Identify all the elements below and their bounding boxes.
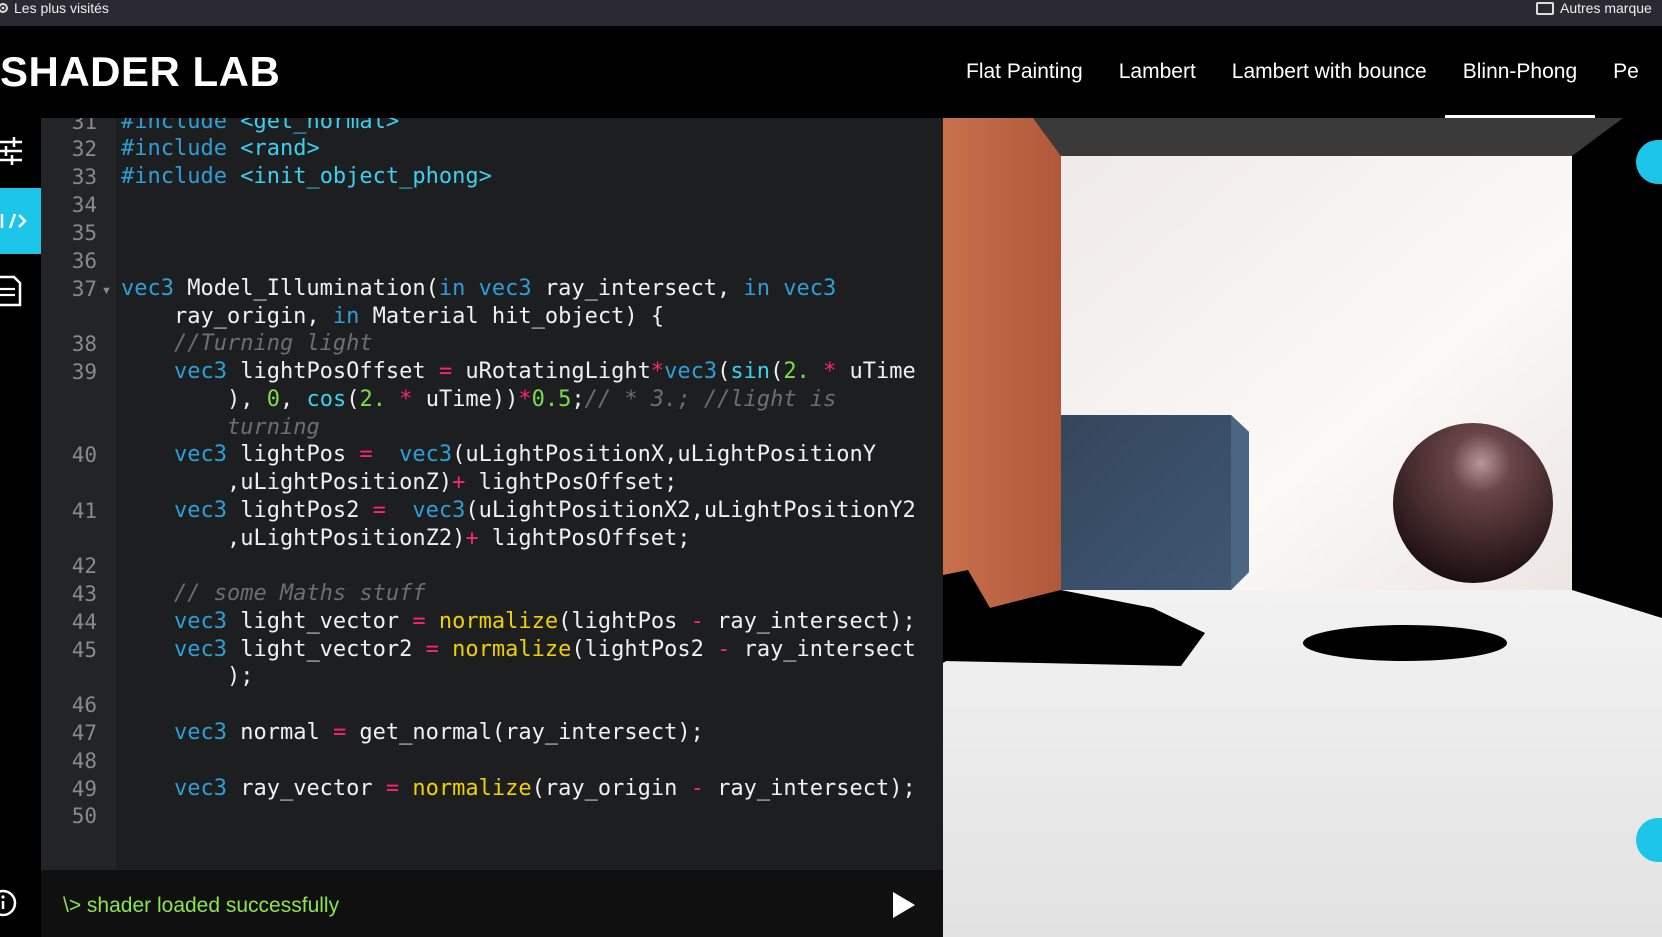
gear-icon [0, 3, 8, 13]
line-number: 40 [71, 443, 97, 467]
code-editor[interactable]: 31 32 33 34 35 36 37 ▼ 38 39 40 41 42 43… [41, 118, 943, 870]
code-line: ,uLightPositionZ2)+ lightPosOffset; [121, 526, 691, 551]
docs-button[interactable] [0, 258, 41, 324]
play-button[interactable] [893, 892, 915, 918]
shader-nav: Flat Painting Lambert Lambert with bounc… [948, 26, 1657, 118]
line-number: 32 [71, 137, 97, 161]
line-number: 45 [71, 638, 97, 662]
line-number: 41 [71, 499, 97, 523]
code-button[interactable] [0, 188, 41, 254]
render-viewport[interactable] [943, 118, 1662, 937]
code-line: vec3 light_vector = normalize(lightPos -… [173, 609, 916, 634]
line-number: 31 [71, 118, 97, 134]
bookmark-most-visited-label: Les plus visités [14, 0, 109, 16]
status-message: \> shader loaded successfully [63, 894, 340, 917]
code-line: vec3 light_vector2 = normalize(lightPos2… [173, 637, 916, 662]
bookmark-other[interactable]: Autres marque [1536, 0, 1662, 16]
code-line: vec3 lightPos2 = vec3(uLightPositionX2,u… [173, 498, 916, 523]
line-number: 36 [71, 249, 97, 273]
line-number: 37 [71, 277, 97, 301]
tab-flat-painting[interactable]: Flat Painting [948, 26, 1101, 118]
line-number: 50 [71, 804, 97, 828]
code-line: //Turning light [173, 331, 373, 356]
code-line: #include <rand> [121, 136, 320, 161]
sidebar [0, 118, 41, 937]
code-icon [0, 213, 27, 229]
line-number: 39 [71, 360, 97, 384]
line-number: 49 [71, 777, 97, 801]
code-line: vec3 ray_vector = normalize(ray_origin -… [173, 776, 916, 801]
settings-button[interactable] [0, 118, 41, 184]
tab-lambert-bounce[interactable]: Lambert with bounce [1214, 26, 1445, 118]
sliders-icon [0, 137, 22, 165]
code-line: vec3 lightPosOffset = uRotatingLight*vec… [173, 359, 916, 384]
document-icon [0, 275, 22, 307]
code-line: vec3 lightPos = vec3(uLightPositionX,uLi… [173, 442, 876, 467]
line-number: 35 [71, 221, 97, 245]
tab-blinn-phong[interactable]: Blinn-Phong [1444, 26, 1596, 118]
tab-pe[interactable]: Pe [1595, 26, 1657, 118]
line-number: 44 [71, 610, 97, 634]
line-gutter: 31 32 33 34 35 36 37 ▼ 38 39 40 41 42 43… [41, 118, 116, 870]
code-line: ,uLightPositionZ)+ lightPosOffset; [121, 470, 678, 495]
line-number: 38 [71, 332, 97, 356]
code-line: #include <get_normal> [121, 118, 400, 134]
bookmark-most-visited[interactable]: Les plus visités [0, 0, 109, 16]
code-line: ), 0, cos(2. * uTime))*0.5;// * 3.; //li… [121, 387, 837, 412]
code-line: #include <init_object_phong> [121, 164, 492, 189]
app-title: SHADER LAB [0, 48, 281, 95]
bookmark-other-label: Autres marque [1560, 0, 1652, 16]
tab-lambert[interactable]: Lambert [1101, 26, 1214, 118]
info-icon[interactable] [0, 888, 18, 918]
fold-arrow-icon[interactable]: ▼ [101, 285, 112, 297]
status-bar: \> shader loaded successfully [41, 870, 943, 937]
line-number: 43 [71, 582, 97, 606]
folder-icon [1536, 1, 1554, 15]
bookmarks-bar: Les plus visités Autres marque [0, 0, 1662, 27]
line-number: 42 [71, 554, 97, 578]
code-line: turning [226, 415, 320, 440]
code-line: vec3 normal = get_normal(ray_intersect); [173, 720, 704, 745]
code-line: // some Maths stuff [173, 581, 426, 606]
rendered-scene [943, 118, 1662, 937]
line-number: 47 [71, 721, 97, 745]
code-line: ); [121, 664, 254, 689]
code-line: vec3 Model_Illumination(in vec3 ray_inte… [121, 276, 837, 301]
line-number: 33 [71, 165, 97, 189]
line-number: 48 [71, 749, 97, 773]
code-line: ray_origin, in Material hit_object) { [121, 304, 665, 329]
line-number: 46 [71, 693, 97, 717]
line-number: 34 [71, 193, 97, 217]
